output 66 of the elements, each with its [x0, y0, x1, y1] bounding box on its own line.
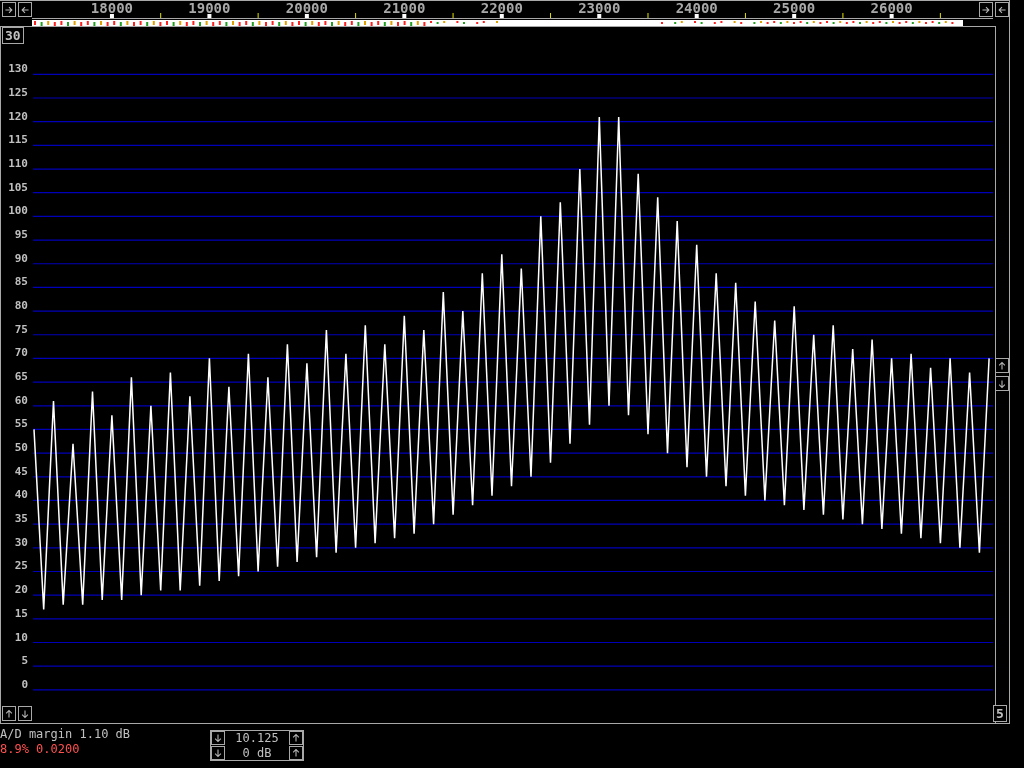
ad-margin-text: A/D margin 1.10 dB — [0, 727, 132, 742]
tick-label: 50 — [14, 441, 28, 455]
arrow-right-icon — [4, 4, 14, 15]
increase-button[interactable] — [289, 745, 303, 760]
tick-label: 35 — [14, 512, 28, 526]
tick-label: 100 — [8, 204, 28, 218]
tick-label: 0 — [21, 677, 28, 691]
tick-label: 105 — [8, 180, 28, 194]
tick-label: 125 — [8, 86, 28, 99]
scroll-down-button[interactable] — [995, 376, 1009, 391]
tick-label: 95 — [14, 228, 28, 242]
level-reading: 8.9% 0.0200 — [0, 742, 81, 757]
step-button[interactable]: 5 — [993, 705, 1007, 722]
tick-label: 20000 — [285, 0, 328, 16]
tick-label: 75 — [14, 322, 28, 336]
arrow-right-icon — [981, 4, 991, 15]
scroll-up-button[interactable] — [2, 706, 16, 721]
tick-label: 65 — [14, 370, 28, 384]
gain-value: 0 dB — [241, 745, 273, 760]
arrow-left-icon — [997, 4, 1007, 15]
scroll-right-button[interactable] — [2, 2, 16, 17]
tick-label: 22000 — [480, 0, 523, 16]
tick-label: 90 — [14, 251, 28, 265]
tick-label: 19000 — [188, 0, 231, 16]
arrow-down-icon — [20, 708, 30, 719]
level-button[interactable]: 30 — [2, 27, 24, 44]
tick-label: 85 — [14, 275, 28, 289]
scroll-up-button[interactable] — [995, 358, 1009, 373]
tick-label: 70 — [14, 346, 28, 360]
tick-label: 120 — [8, 109, 28, 123]
decrease-button[interactable] — [211, 745, 225, 760]
tick-label: 18000 — [90, 0, 133, 16]
arrow-down-icon — [213, 747, 223, 758]
tick-label: 130 — [8, 62, 28, 76]
gain-value: 10.125 — [234, 731, 280, 746]
tick-label: 5 — [21, 654, 28, 668]
tick-label: 55 — [14, 417, 28, 431]
arrow-up-icon — [291, 733, 301, 744]
tick-label: 23000 — [578, 0, 621, 16]
arrow-up-icon — [291, 747, 301, 758]
decrease-button[interactable] — [211, 731, 225, 746]
increase-button[interactable] — [289, 731, 303, 746]
tick-label: 115 — [8, 133, 28, 147]
scroll-right-button[interactable] — [979, 2, 993, 17]
arrow-down-icon — [213, 733, 223, 744]
tick-label: 40 — [14, 488, 28, 502]
scroll-down-button[interactable] — [18, 706, 32, 721]
scroll-left-button[interactable] — [995, 2, 1009, 17]
tick-label: 60 — [14, 393, 28, 407]
scroll-left-button[interactable] — [18, 2, 32, 17]
tick-label: 25000 — [773, 0, 816, 16]
tick-label: 30 — [14, 535, 28, 549]
tick-label: 10 — [14, 630, 28, 644]
arrow-left-icon — [20, 4, 30, 15]
arrow-down-icon — [997, 378, 1007, 389]
tick-label: 21000 — [383, 0, 426, 16]
tick-label: 45 — [14, 464, 28, 478]
arrow-up-icon — [4, 708, 14, 719]
tick-label: 80 — [14, 299, 28, 313]
tick-label: 20 — [14, 583, 28, 597]
tick-label: 24000 — [675, 0, 718, 16]
tick-label: 26000 — [870, 0, 913, 16]
tick-label: 25 — [14, 559, 28, 573]
tick-label: 15 — [14, 606, 28, 620]
tick-label: 110 — [8, 157, 28, 171]
arrow-up-icon — [997, 360, 1007, 371]
